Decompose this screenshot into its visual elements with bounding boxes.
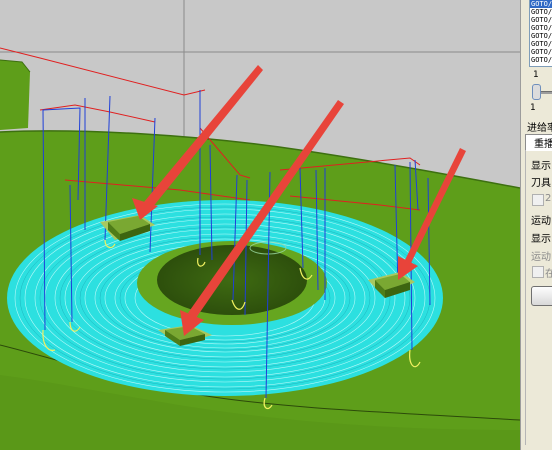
list-item[interactable]: GOTO/ (530, 32, 552, 40)
slider-min-label: 1 (530, 103, 536, 113)
list-item[interactable]: GOTO/ (530, 8, 552, 16)
tool-label: 刀具 (531, 178, 551, 189)
tab-replay-label: 重播 (534, 139, 552, 150)
tab-replay[interactable]: 重播 (525, 134, 552, 151)
panel-button[interactable] (531, 286, 552, 306)
slider-thumb[interactable] (532, 84, 541, 100)
graphics-viewport[interactable] (0, 0, 520, 450)
toolpath-scene (0, 0, 520, 450)
option2-checkbox[interactable] (532, 266, 544, 278)
toolpath-list[interactable]: GOTO/ GOTO/ GOTO/ GOTO/ GOTO/ GOTO/ GOTO… (529, 0, 552, 67)
motion2-label: 运动 (531, 252, 551, 263)
option1-checkbox[interactable] (532, 194, 544, 206)
list-item[interactable]: GOTO/ (530, 24, 552, 32)
side-panel: GOTO/ GOTO/ GOTO/ GOTO/ GOTO/ GOTO/ GOTO… (520, 0, 552, 450)
list-item[interactable]: GOTO/ (530, 48, 552, 56)
list-item[interactable]: GOTO/ (530, 40, 552, 48)
list-item[interactable]: GOTO/ (530, 0, 552, 8)
motion-label: 运动 (531, 216, 551, 227)
option2-label: 在 (545, 265, 552, 280)
display-label: 显示 (531, 161, 551, 172)
feed-rate-label: 进给率 (527, 123, 552, 134)
option1-label: 2 (545, 193, 552, 204)
list-item[interactable]: GOTO/ (530, 16, 552, 24)
display2-label: 显示 (531, 234, 551, 245)
slider-max-label: 1 (533, 70, 539, 80)
fixture-block (0, 60, 30, 130)
list-item[interactable]: GOTO/ (530, 56, 552, 64)
